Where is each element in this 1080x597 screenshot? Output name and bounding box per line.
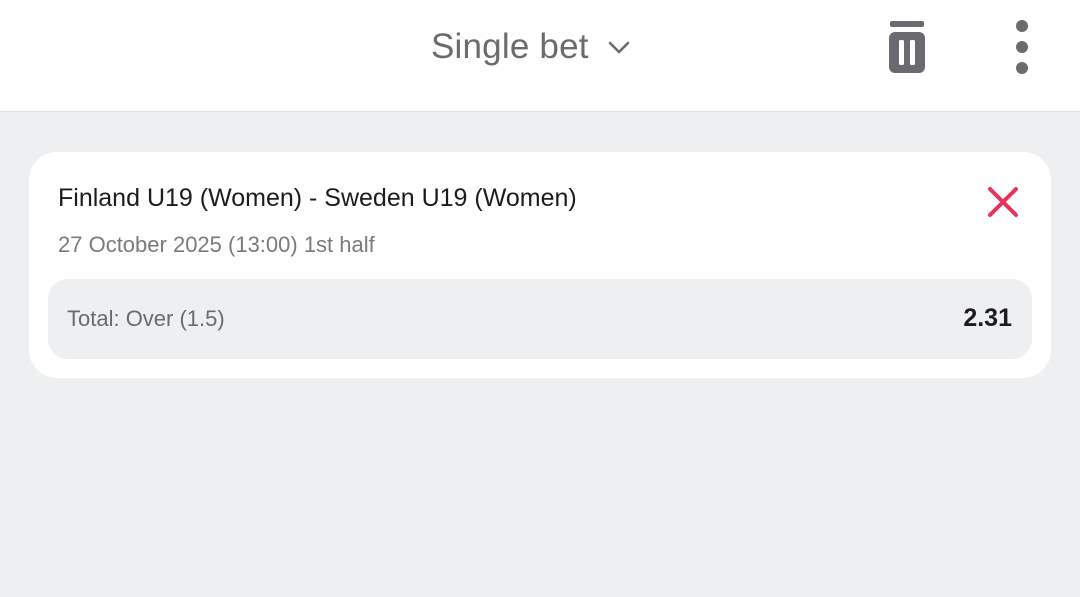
odds-value: 2.31 bbox=[963, 304, 1012, 332]
bet-card: Finland U19 (Women) - Sweden U19 (Women)… bbox=[29, 152, 1051, 378]
bet-type-selector[interactable]: Single bet bbox=[431, 24, 631, 70]
outcome-label: Total: Over (1.5) bbox=[67, 306, 225, 331]
chevron-down-icon bbox=[607, 35, 631, 59]
match-datetime: 27 October 2025 (13:00) 1st half bbox=[58, 232, 375, 257]
trash-icon[interactable] bbox=[884, 18, 930, 76]
close-icon[interactable] bbox=[985, 184, 1021, 220]
top-app-bar: Single bet bbox=[0, 0, 1080, 112]
match-title: Finland U19 (Women) - Sweden U19 (Women) bbox=[58, 184, 577, 212]
bet-outcome-row[interactable]: Total: Over (1.5) 2.31 bbox=[48, 279, 1032, 359]
bet-type-title: Single bet bbox=[431, 27, 589, 66]
more-vertical-icon[interactable] bbox=[1004, 18, 1040, 76]
